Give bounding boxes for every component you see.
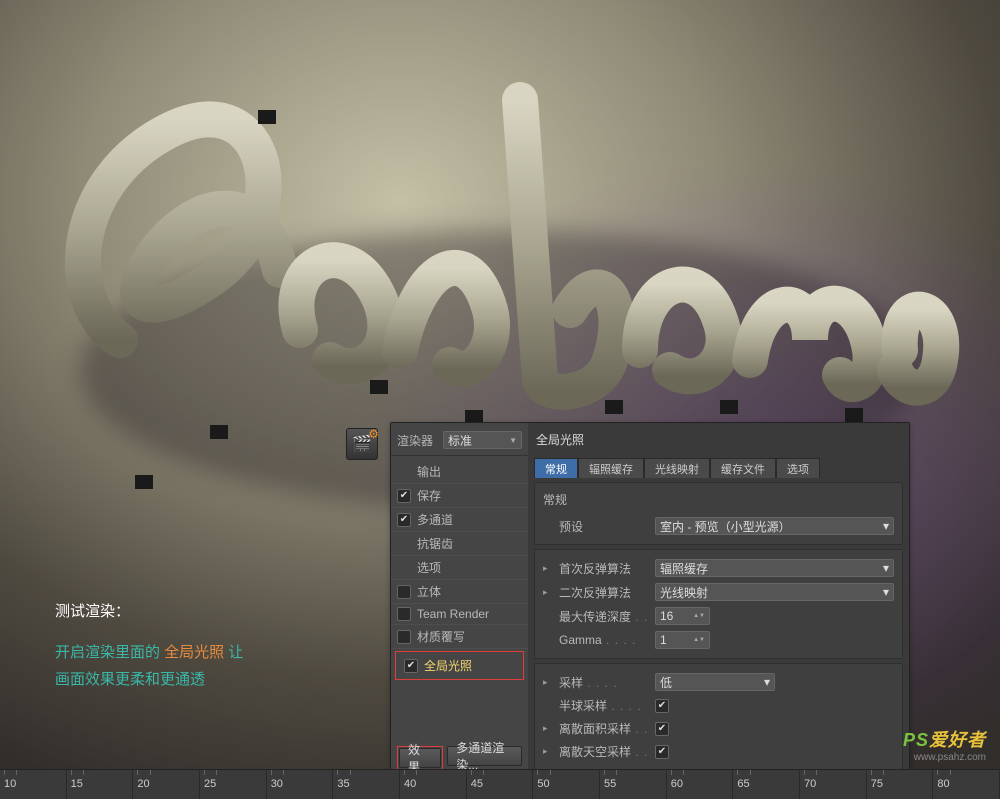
checkbox-icon[interactable]: ✔ — [397, 513, 411, 527]
gi-title: 全局光照 — [534, 429, 903, 454]
spinner-icon[interactable]: ▲▼ — [693, 637, 705, 643]
samples-label: 采样 — [559, 674, 649, 691]
expander-icon[interactable]: ▸ — [543, 587, 553, 598]
checkbox-icon[interactable]: ✔ — [404, 659, 418, 673]
primary-label: 首次反弹算法 — [559, 560, 649, 577]
group-general: 常规 预设 室内 - 预览（小型光源）▾ — [534, 482, 903, 545]
option-global-illumination[interactable]: ✔全局光照 — [398, 654, 521, 677]
tick: 65 — [733, 770, 800, 799]
expander-icon[interactable]: ▸ — [543, 746, 553, 757]
tick: 10 — [0, 770, 67, 799]
tick: 25 — [200, 770, 267, 799]
tab-lightmap[interactable]: 光线映射 — [644, 458, 710, 478]
group-sampling: ▸ 采样 低▾ 半球采样 ✔ ▸ 离散面积采样 ✔ ▸ 离散天空采样 ✔ — [534, 663, 903, 770]
hemi-checkbox[interactable]: ✔ — [655, 699, 669, 713]
option-output[interactable]: 输出 — [391, 460, 528, 484]
render-options-list: 输出 ✔保存 ✔多通道 抗锯齿 选项 立体 Team Render 材质覆写 ✔… — [391, 456, 528, 740]
gamma-label: Gamma — [559, 633, 649, 647]
option-antialias[interactable]: 抗锯齿 — [391, 532, 528, 556]
area-label: 离散面积采样 — [559, 720, 649, 737]
effects-button[interactable]: 效果... — [399, 748, 441, 768]
tab-irradiance[interactable]: 辐照缓存 — [578, 458, 644, 478]
render-settings-panel: 渲染器 标准 ▼ 输出 ✔保存 ✔多通道 抗锯齿 选项 立体 Team Rend… — [390, 422, 910, 777]
chevron-down-icon: ▾ — [764, 675, 770, 689]
tab-options[interactable]: 选项 — [776, 458, 820, 478]
maxdepth-input[interactable]: 16▲▼ — [655, 607, 710, 625]
render-settings-sidebar: 渲染器 标准 ▼ 输出 ✔保存 ✔多通道 抗锯齿 选项 立体 Team Rend… — [391, 423, 528, 776]
option-options[interactable]: 选项 — [391, 556, 528, 580]
chevron-down-icon: ▾ — [883, 519, 889, 533]
secondary-label: 二次反弹算法 — [559, 584, 649, 601]
sky-checkbox[interactable]: ✔ — [655, 745, 669, 759]
chevron-down-icon: ▾ — [883, 585, 889, 599]
checkbox-placeholder — [397, 465, 411, 479]
checkbox-placeholder — [397, 561, 411, 575]
preset-select[interactable]: 室内 - 预览（小型光源）▾ — [655, 517, 894, 535]
tutorial-annotation: 测试渲染： 开启渲染里面的 全局光照 让 画面效果更柔和更通透 — [55, 598, 243, 693]
group-general-title: 常规 — [541, 489, 896, 514]
spinner-icon[interactable]: ▲▼ — [693, 613, 705, 619]
tab-general[interactable]: 常规 — [534, 458, 578, 478]
option-multipass[interactable]: ✔多通道 — [391, 508, 528, 532]
tick: 70 — [800, 770, 867, 799]
tick: 80 — [933, 770, 1000, 799]
multipass-render-button[interactable]: 多通道渲染... — [447, 746, 522, 766]
preset-label: 预设 — [559, 518, 649, 535]
option-stereo[interactable]: 立体 — [391, 580, 528, 604]
hemi-label: 半球采样 — [559, 697, 649, 714]
expander-icon[interactable]: ▸ — [543, 563, 553, 574]
tick: 50 — [533, 770, 600, 799]
renderer-select[interactable]: 标准 ▼ — [443, 431, 522, 449]
annotation-body: 开启渲染里面的 全局光照 让 画面效果更柔和更通透 — [55, 639, 243, 693]
checkbox-icon[interactable]: ✔ — [397, 489, 411, 503]
render-settings-button[interactable] — [346, 428, 378, 460]
tick: 30 — [267, 770, 334, 799]
tab-cache[interactable]: 缓存文件 — [710, 458, 776, 478]
group-algorithms: ▸ 首次反弹算法 辐照缓存▾ ▸ 二次反弹算法 光线映射▾ 最大传递深度 16▲… — [534, 549, 903, 659]
sky-label: 离散天空采样 — [559, 743, 649, 760]
timeline-ruler[interactable]: 10 15 20 25 30 35 40 45 50 55 60 65 70 7… — [0, 769, 1000, 799]
gi-settings-pane: 全局光照 常规 辐照缓存 光线映射 缓存文件 选项 常规 预设 室内 - 预览（… — [528, 423, 909, 776]
maxdepth-label: 最大传递深度 — [559, 608, 649, 625]
gamma-input[interactable]: 1▲▼ — [655, 631, 710, 649]
expander-icon[interactable]: ▸ — [543, 677, 553, 688]
chevron-down-icon: ▾ — [883, 561, 889, 575]
option-team-render[interactable]: Team Render — [391, 604, 528, 625]
tick: 35 — [333, 770, 400, 799]
primary-select[interactable]: 辐照缓存▾ — [655, 559, 894, 577]
checkbox-icon[interactable] — [397, 630, 411, 644]
highlight-box-gi: ✔全局光照 — [395, 651, 524, 680]
expander-icon[interactable]: ▸ — [543, 723, 553, 734]
tick: 20 — [133, 770, 200, 799]
tick: 40 — [400, 770, 467, 799]
tick: 75 — [867, 770, 934, 799]
option-material-override[interactable]: 材质覆写 — [391, 625, 528, 649]
gi-tabs: 常规 辐照缓存 光线映射 缓存文件 选项 — [534, 458, 903, 478]
area-checkbox[interactable]: ✔ — [655, 722, 669, 736]
tick: 45 — [467, 770, 534, 799]
tick: 15 — [67, 770, 134, 799]
tick: 55 — [600, 770, 667, 799]
chevron-down-icon: ▼ — [509, 436, 517, 445]
renderer-label: 渲染器 — [397, 432, 439, 449]
watermark: PS爱好者 www.psahz.com — [903, 726, 986, 763]
option-save[interactable]: ✔保存 — [391, 484, 528, 508]
checkbox-icon[interactable] — [397, 585, 411, 599]
samples-select[interactable]: 低▾ — [655, 673, 775, 691]
secondary-select[interactable]: 光线映射▾ — [655, 583, 894, 601]
checkbox-placeholder — [397, 537, 411, 551]
highlight-box-effects: 效果... — [397, 746, 443, 770]
annotation-title: 测试渲染： — [55, 598, 243, 625]
tick: 60 — [667, 770, 734, 799]
checkbox-icon[interactable] — [397, 607, 411, 621]
